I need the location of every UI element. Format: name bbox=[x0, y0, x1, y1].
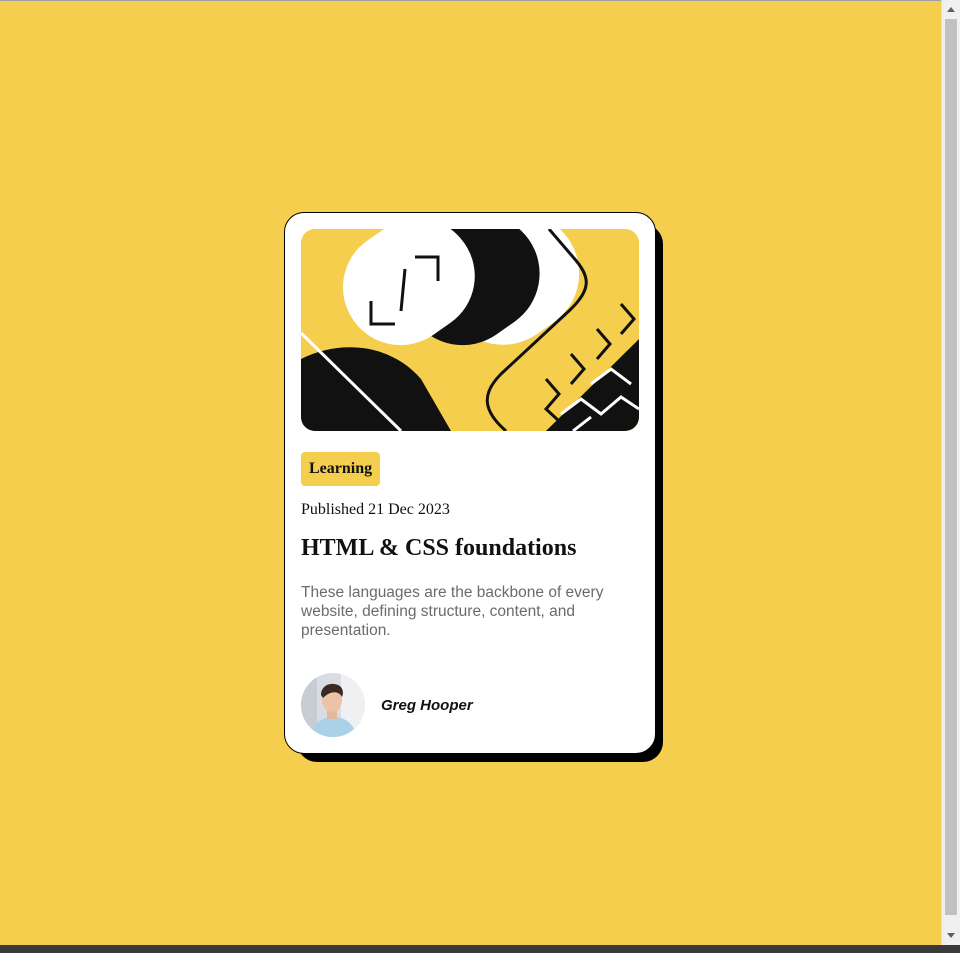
avatar bbox=[301, 673, 365, 737]
scrollbar-thumb[interactable] bbox=[945, 19, 957, 915]
chevron-up-icon bbox=[947, 7, 955, 12]
scroll-up-button[interactable] bbox=[942, 1, 960, 18]
page-viewport: Learning Published 21 Dec 2023 HTML & CS… bbox=[0, 0, 941, 945]
author-name[interactable]: Greg Hooper bbox=[381, 697, 473, 714]
vertical-scrollbar[interactable] bbox=[941, 0, 960, 945]
card-title[interactable]: HTML & CSS foundations bbox=[301, 535, 576, 562]
blog-preview-card: Learning Published 21 Dec 2023 HTML & CS… bbox=[284, 212, 656, 754]
window-bottom-edge bbox=[0, 945, 960, 953]
chevron-down-icon bbox=[947, 933, 955, 938]
published-date: Published 21 Dec 2023 bbox=[301, 501, 450, 518]
author-row: Greg Hooper bbox=[301, 673, 473, 737]
hero-illustration bbox=[301, 229, 639, 431]
card-description: These languages are the backbone of ever… bbox=[301, 584, 604, 639]
scroll-down-button[interactable] bbox=[942, 927, 960, 944]
category-tag: Learning bbox=[301, 452, 381, 486]
avatar-icon bbox=[301, 673, 365, 737]
